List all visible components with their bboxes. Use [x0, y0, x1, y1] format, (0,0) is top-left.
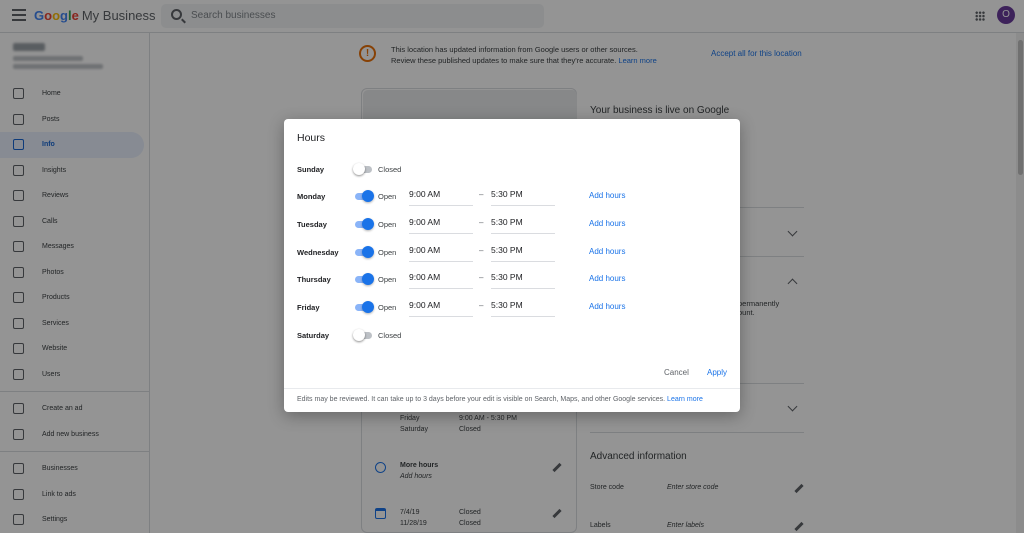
day-label: Thursday	[297, 275, 331, 284]
friday-add-hours-button[interactable]: Add hours	[589, 302, 625, 311]
day-label: Saturday	[297, 331, 330, 340]
time-range-separator: –	[479, 273, 484, 282]
day-label: Sunday	[297, 165, 325, 174]
tuesday-open-toggle[interactable]	[353, 218, 374, 230]
time-range-separator: –	[479, 190, 484, 199]
cancel-button[interactable]: Cancel	[664, 368, 689, 377]
hours-row-saturday: Saturday Closed	[284, 325, 740, 345]
dialog-title: Hours	[297, 132, 326, 144]
tuesday-opens-at-field[interactable]: 9:00 AM	[409, 214, 473, 234]
friday-opens-at-field[interactable]: 9:00 AM	[409, 297, 473, 317]
monday-closes-at-field[interactable]: 5:30 PM	[491, 186, 555, 206]
open-state-label: Open	[378, 248, 397, 257]
friday-open-toggle[interactable]	[353, 301, 374, 313]
day-label: Tuesday	[297, 220, 327, 229]
day-label: Monday	[297, 192, 326, 201]
monday-opens-at-field[interactable]: 9:00 AM	[409, 186, 473, 206]
hours-row-sunday: Sunday Closed	[284, 159, 740, 179]
thursday-closes-at-field[interactable]: 5:30 PM	[491, 269, 555, 289]
wednesday-opens-at-field[interactable]: 9:00 AM	[409, 242, 473, 262]
toggle-thumb	[353, 163, 365, 175]
tuesday-closes-at-field[interactable]: 5:30 PM	[491, 214, 555, 234]
time-range-separator: –	[479, 301, 484, 310]
thursday-open-toggle[interactable]	[353, 273, 374, 285]
saturday-open-toggle[interactable]	[353, 329, 373, 341]
hours-row-wednesday: Wednesday Open 9:00 AM –5:30 PM Add hours	[284, 242, 740, 262]
toggle-thumb	[362, 218, 374, 230]
apply-button[interactable]: Apply	[707, 368, 727, 377]
footer-note: Edits may be reviewed. It can take up to…	[297, 396, 666, 403]
time-range-separator: –	[479, 246, 484, 255]
dialog-divider	[284, 388, 740, 389]
open-state-label: Closed	[378, 165, 402, 174]
open-state-label: Closed	[378, 331, 402, 340]
monday-open-toggle[interactable]	[353, 190, 374, 202]
hours-dialog: Hours Sunday Closed Monday Open 9:00 AM –5:30…	[284, 119, 740, 412]
thursday-opens-at-field[interactable]: 9:00 AM	[409, 269, 473, 289]
friday-closes-at-field[interactable]: 5:30 PM	[491, 297, 555, 317]
hours-row-friday: Friday Open 9:00 AM –5:30 PM Add hours	[284, 297, 740, 317]
toggle-thumb	[362, 273, 374, 285]
day-label: Friday	[297, 303, 320, 312]
hours-row-tuesday: Tuesday Open 9:00 AM –5:30 PM Add hours	[284, 214, 740, 234]
wednesday-add-hours-button[interactable]: Add hours	[589, 247, 625, 256]
day-label: Wednesday	[297, 248, 339, 257]
thursday-add-hours-button[interactable]: Add hours	[589, 274, 625, 283]
monday-add-hours-button[interactable]: Add hours	[589, 191, 625, 200]
time-range-separator: –	[479, 218, 484, 227]
hours-row-monday: Monday Open 9:00 AM –5:30 PM Add hours	[284, 186, 740, 206]
tuesday-add-hours-button[interactable]: Add hours	[589, 219, 625, 228]
toggle-thumb	[362, 246, 374, 258]
open-state-label: Open	[378, 275, 397, 284]
toggle-thumb	[362, 301, 374, 313]
footer-learn-more-link[interactable]: Learn more	[667, 396, 703, 403]
wednesday-open-toggle[interactable]	[353, 246, 374, 258]
toggle-thumb	[362, 190, 374, 202]
dialog-footer: Edits may be reviewed. It can take up to…	[297, 396, 703, 403]
toggle-thumb	[353, 329, 365, 341]
open-state-label: Open	[378, 220, 397, 229]
hours-row-thursday: Thursday Open 9:00 AM –5:30 PM Add hours	[284, 269, 740, 289]
open-state-label: Open	[378, 303, 397, 312]
wednesday-closes-at-field[interactable]: 5:30 PM	[491, 242, 555, 262]
open-state-label: Open	[378, 192, 397, 201]
sunday-open-toggle[interactable]	[353, 163, 373, 175]
